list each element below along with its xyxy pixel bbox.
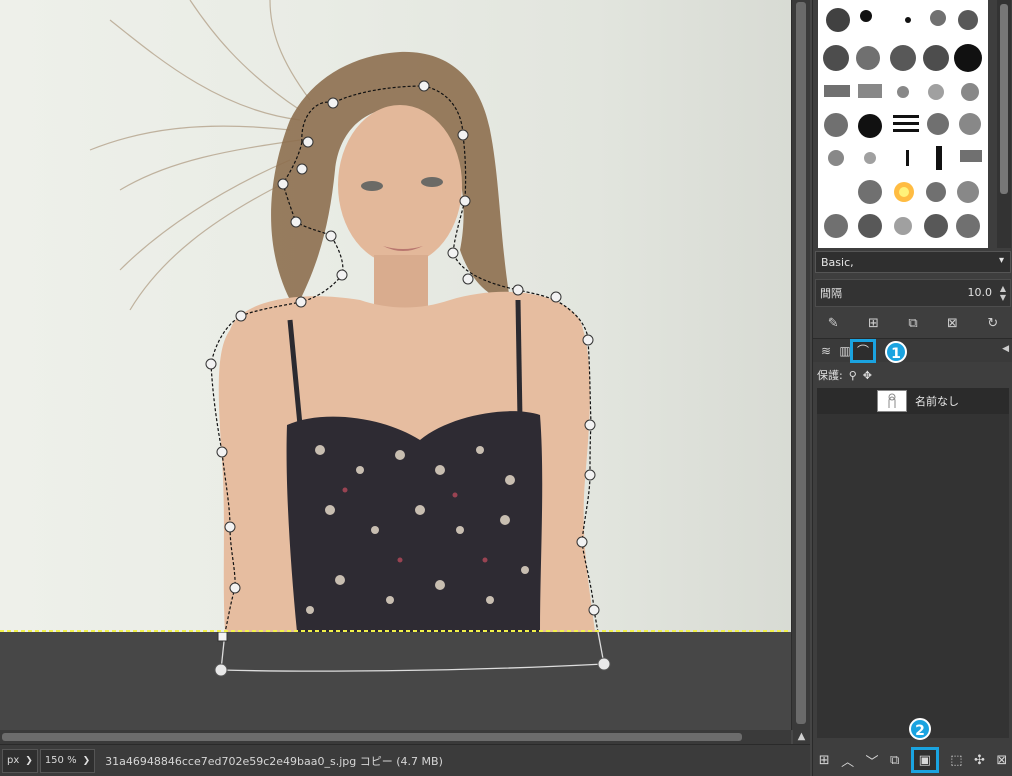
canvas-padding xyxy=(0,632,791,730)
duplicate-brush-icon[interactable]: ⧉ xyxy=(908,316,917,331)
brush-grid[interactable] xyxy=(818,0,988,248)
status-bar: px ❯ 150 % ❯ 31a46948846cce7ed702e59c2e4… xyxy=(0,744,810,776)
list-item[interactable]: 名前なし xyxy=(817,388,1009,414)
delete-brush-icon[interactable]: ⊠ xyxy=(947,316,958,331)
delete-path-icon[interactable]: ⊠ xyxy=(996,753,1007,768)
chevron-down-icon: ▾ xyxy=(998,255,1004,266)
paths-tab-icon[interactable]: ⌒ xyxy=(850,339,876,363)
new-path-icon[interactable]: ⊞ xyxy=(819,753,830,768)
brush-actions: ✎ ⊞ ⧉ ⊠ ↻ xyxy=(813,310,1012,336)
neck xyxy=(374,255,428,310)
chevron-down-icon: ❯ xyxy=(25,755,33,766)
lock-row: 保護: ⚲ ✥ xyxy=(817,366,872,384)
raise-path-icon[interactable]: ︿ xyxy=(841,751,854,770)
edit-brush-icon[interactable]: ✎ xyxy=(828,316,839,331)
navigate-icon[interactable]: ▲ xyxy=(793,730,810,744)
spacing-value: 10.0 xyxy=(967,286,993,299)
selection-to-path-icon[interactable]: ⬚ xyxy=(950,753,962,768)
lock-position-icon[interactable]: ✥ xyxy=(863,369,872,382)
lower-path-icon[interactable]: ﹀ xyxy=(866,751,879,770)
right-dock: Basic, ▾ 間隔 10.0 ▲ ▼ ✎ ⊞ ⧉ ⊠ ↻ ≋ ▥ ⌒ 1 ◀ … xyxy=(812,0,1012,776)
zoom-value: 150 % xyxy=(44,755,77,766)
layers-tab-icon[interactable]: ≋ xyxy=(816,341,836,361)
unit-select[interactable]: px ❯ xyxy=(2,748,38,773)
horizontal-scrollbar[interactable] xyxy=(0,730,791,744)
right-eye xyxy=(421,177,443,187)
lock-label: 保護: xyxy=(817,369,843,382)
duplicate-path-icon[interactable]: ⧉ xyxy=(890,753,899,768)
brush-preset-select[interactable]: Basic, ▾ xyxy=(815,251,1011,273)
badge-one: 1 xyxy=(885,341,907,363)
refresh-icon[interactable]: ↻ xyxy=(987,316,998,331)
left-eye xyxy=(361,181,383,191)
lock-stroke-icon[interactable]: ⚲ xyxy=(849,369,857,382)
face xyxy=(338,105,462,265)
spacing-control[interactable]: 間隔 10.0 ▲ ▼ xyxy=(815,279,1011,307)
path-thumbnail xyxy=(877,390,907,412)
photo-with-path xyxy=(0,0,791,632)
path-to-selection-icon[interactable]: ▣ xyxy=(910,747,939,773)
right-strap xyxy=(515,299,523,421)
dock-tabs: ≋ ▥ ⌒ 1 ◀ xyxy=(813,338,1012,363)
spinner-icon[interactable]: ▲ ▼ xyxy=(1000,284,1006,302)
path-closing-segment xyxy=(220,632,605,672)
unit-value: px xyxy=(7,755,20,766)
zoom-select[interactable]: 150 % ❯ xyxy=(39,748,96,773)
canvas-area: ▲ xyxy=(0,0,810,776)
vertical-scrollbar[interactable] xyxy=(791,0,810,730)
spacing-label: 間隔 xyxy=(820,287,842,300)
paint-along-path-icon[interactable]: ✣ xyxy=(974,753,985,768)
new-brush-icon[interactable]: ⊞ xyxy=(868,316,879,331)
paths-actions: ⊞ ︿ ﹀ ⧉ ▣ ⬚ ✣ ⊠ xyxy=(813,746,1012,774)
gimp-window: ▲ px ❯ 150 % ❯ 31a46948846cce7ed702e59c2… xyxy=(0,0,1012,776)
panel-menu-icon[interactable]: ◀ xyxy=(1002,344,1009,354)
paths-list: 名前なし xyxy=(817,388,1009,738)
chevron-down-icon: ❯ xyxy=(82,755,91,766)
brush-scrollbar[interactable] xyxy=(997,0,1011,248)
path-name: 名前なし xyxy=(915,395,959,408)
image-canvas[interactable] xyxy=(0,0,791,632)
badge-two: 2 xyxy=(909,718,931,740)
brush-preset-value: Basic, xyxy=(821,255,854,269)
file-info: 31a46948846cce7ed702e59c2e49baa0_s.jpg コ… xyxy=(105,754,443,768)
